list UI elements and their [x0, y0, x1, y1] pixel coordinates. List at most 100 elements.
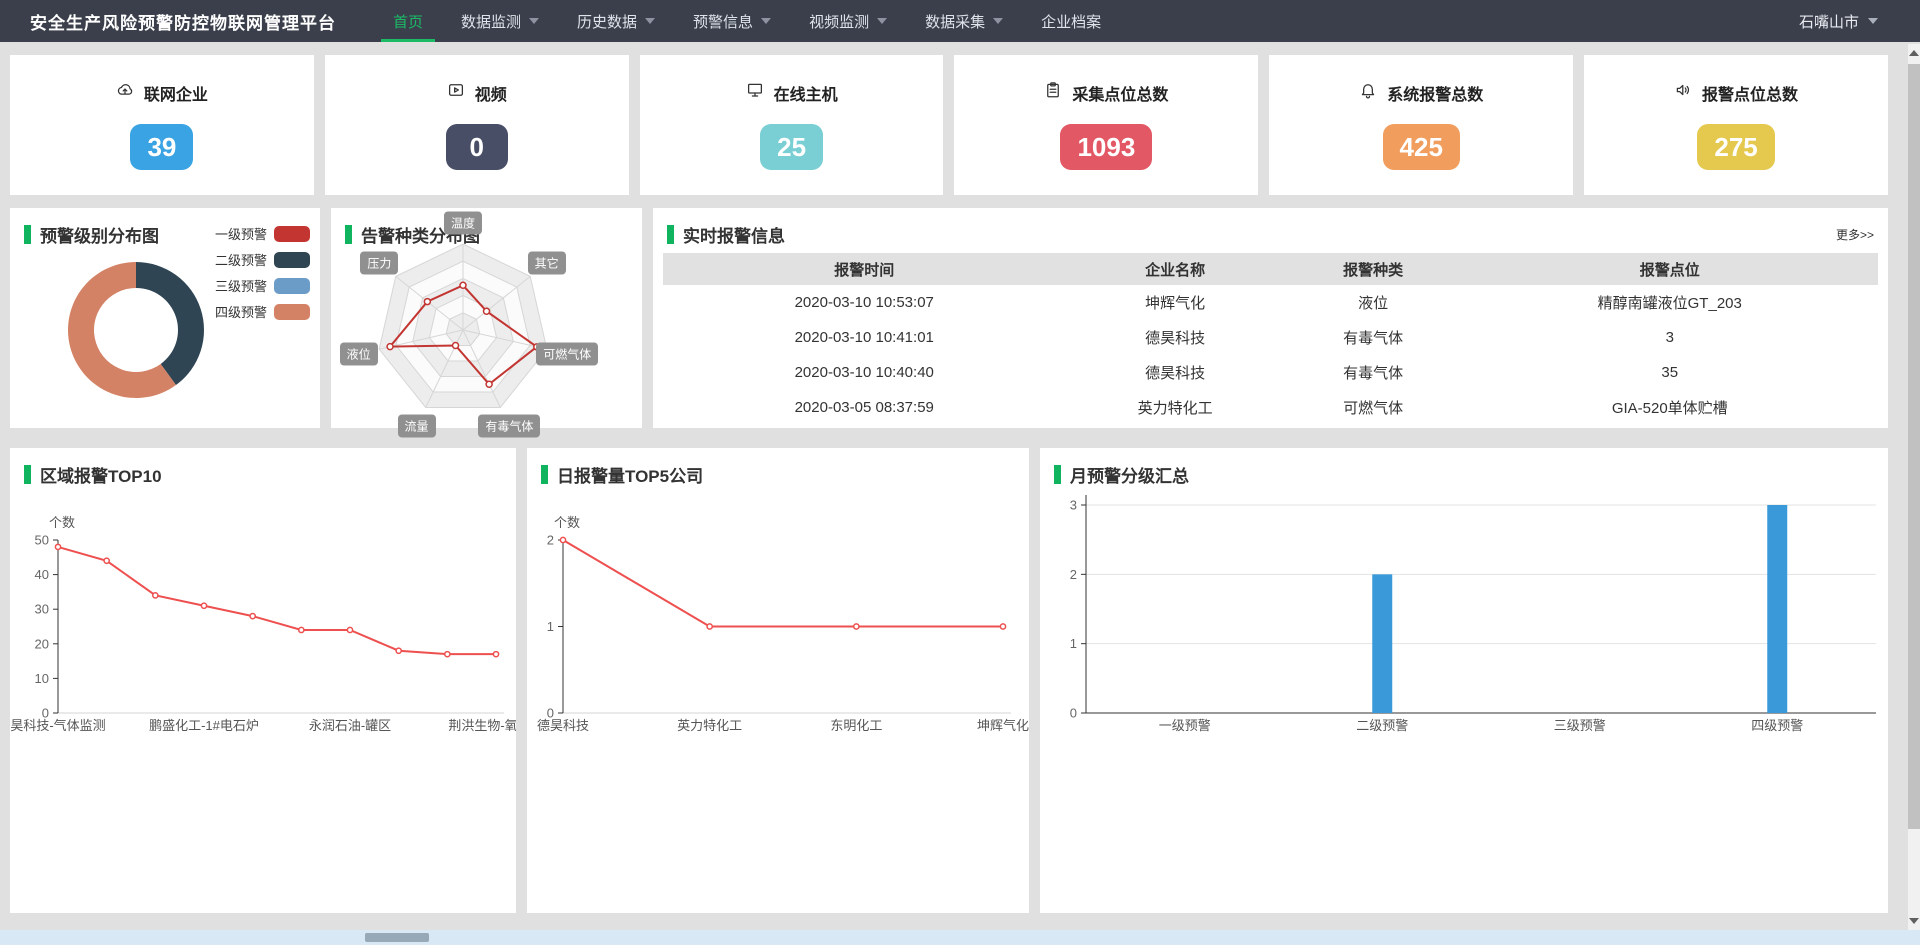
nav-item-label: 企业档案	[1041, 11, 1101, 32]
legend-item[interactable]: 一级预警	[215, 224, 310, 243]
legend-label: 三级预警	[215, 276, 267, 295]
panel-title: 日报警量TOP5公司	[541, 462, 703, 487]
table-cell: 液位	[1285, 285, 1462, 320]
legend-item[interactable]: 三级预警	[215, 276, 310, 295]
chevron-down-icon	[645, 18, 655, 24]
scroll-up-icon[interactable]	[1909, 50, 1919, 56]
region-selector[interactable]: 石嘴山市	[1799, 11, 1878, 32]
stat-card-head: 报警点位总数	[1674, 81, 1798, 105]
chevron-down-icon	[529, 18, 539, 24]
panel-title: 区域报警TOP10	[24, 462, 162, 487]
bottom-row: 区域报警TOP10 01020304050个数昊科技-气体监测鹏盛化工-1#电石…	[10, 448, 1888, 913]
legend-swatch	[274, 226, 310, 242]
table-cell: 2020-03-10 10:40:40	[663, 355, 1065, 390]
column-header: 报警点位	[1462, 253, 1879, 285]
monitor-icon	[746, 81, 764, 104]
column-header: 报警种类	[1285, 253, 1462, 285]
nav-item-6[interactable]: 数据采集	[906, 0, 1022, 42]
panel-title-text: 实时报警信息	[683, 222, 785, 247]
nav-item-4[interactable]: 预警信息	[674, 0, 790, 42]
stat-label: 报警点位总数	[1702, 81, 1798, 105]
legend-swatch	[274, 304, 310, 320]
table-cell: 2020-03-10 10:41:01	[663, 320, 1065, 355]
scroll-down-icon[interactable]	[1909, 918, 1919, 924]
svg-text:个数: 个数	[49, 515, 75, 530]
svg-text:40: 40	[35, 567, 49, 582]
middle-row: 预警级别分布图 一级预警二级预警三级预警四级预警 告警种类分布图 温度其它可燃气…	[10, 208, 1888, 428]
legend-item[interactable]: 二级预警	[215, 250, 310, 269]
svg-text:个数: 个数	[554, 515, 580, 530]
stat-value-badge: 1093	[1060, 124, 1152, 170]
legend-label: 四级预警	[215, 302, 267, 321]
table-cell: 英力特化工	[1065, 390, 1284, 425]
chevron-down-icon	[877, 18, 887, 24]
region-top10-line-chart: 01020304050个数昊科技-气体监测鹏盛化工-1#电石炉永润石油-罐区荆洪…	[10, 448, 516, 913]
svg-text:荆洪生物-氧化反: 荆洪生物-氧化反	[448, 718, 516, 733]
region-label: 石嘴山市	[1799, 11, 1859, 32]
stat-label: 在线主机	[774, 81, 838, 105]
svg-text:三级预警: 三级预警	[1554, 718, 1606, 733]
stat-card-head: 采集点位总数	[1044, 81, 1168, 105]
panel-title-marker	[541, 465, 548, 484]
radar-axis-label: 温度	[444, 212, 482, 235]
table-row: 2020-03-05 08:37:59英力特化工可燃气体GIA-520单体贮槽	[663, 390, 1878, 425]
stat-card-6: 报警点位总数 275	[1584, 55, 1888, 195]
svg-text:1: 1	[1070, 636, 1077, 651]
svg-text:2: 2	[547, 533, 554, 548]
stat-value-badge: 39	[130, 124, 193, 170]
nav-menu: 首页 数据监测 历史数据 预警信息 视频监测数据采集企业档案	[374, 0, 1120, 42]
more-link[interactable]: 更多>>	[1836, 226, 1874, 243]
panel-title-text: 月预警分级汇总	[1070, 462, 1189, 487]
nav-item-label: 首页	[393, 11, 423, 32]
clipboard-icon	[1044, 81, 1062, 104]
stat-card-head: 在线主机	[746, 81, 838, 105]
daily-top5-line-chart: 012个数德昊科技英力特化工东明化工坤辉气化	[527, 448, 1029, 913]
panel-title: 预警级别分布图	[24, 222, 159, 247]
alarm-table: 报警时间企业名称报警种类报警点位 2020-03-10 10:53:07坤辉气化…	[663, 253, 1878, 425]
panel-title-marker	[24, 225, 31, 244]
radar-axis-label: 可燃气体	[536, 342, 598, 365]
monthly-summary-panel: 月预警分级汇总 0123一级预警二级预警三级预警四级预警	[1040, 448, 1888, 913]
svg-text:2: 2	[1070, 567, 1077, 582]
legend-swatch	[274, 252, 310, 268]
stat-label: 联网企业	[144, 81, 208, 105]
nav-item-5[interactable]: 视频监测	[790, 0, 906, 42]
svg-text:1: 1	[547, 619, 554, 634]
svg-text:10: 10	[35, 671, 49, 686]
legend-item[interactable]: 四级预警	[215, 302, 310, 321]
stat-label: 系统报警总数	[1387, 81, 1483, 105]
nav-item-7[interactable]: 企业档案	[1022, 0, 1120, 42]
svg-text:20: 20	[35, 636, 49, 651]
svg-text:坤辉气化: 坤辉气化	[977, 718, 1029, 733]
nav-item-1[interactable]: 首页	[374, 0, 442, 42]
nav-item-label: 预警信息	[693, 11, 753, 32]
svg-text:四级预警: 四级预警	[1751, 718, 1803, 733]
vertical-scrollbar[interactable]	[1908, 44, 1920, 930]
table-cell: 坤辉气化	[1065, 285, 1284, 320]
bell-icon	[1359, 81, 1377, 104]
scrollbar-thumb[interactable]	[1908, 64, 1920, 829]
app-title: 安全生产风险预警防控物联网管理平台	[30, 9, 336, 34]
table-row: 2020-03-10 10:41:01德昊科技有毒气体3	[663, 320, 1878, 355]
monthly-warning-bar-chart: 0123一级预警二级预警三级预警四级预警	[1040, 448, 1886, 913]
region-top10-panel: 区域报警TOP10 01020304050个数昊科技-气体监测鹏盛化工-1#电石…	[10, 448, 516, 913]
legend-swatch	[274, 278, 310, 294]
stat-value-badge: 275	[1697, 124, 1774, 170]
nav-item-label: 历史数据	[577, 11, 637, 32]
nav-item-3[interactable]: 历史数据	[558, 0, 674, 42]
svg-text:3: 3	[1070, 498, 1077, 513]
chevron-down-icon	[1868, 18, 1878, 24]
table-cell: 2020-03-05 08:37:59	[663, 390, 1065, 425]
alarm-type-panel: 告警种类分布图 温度其它可燃气体有毒气体流量液位压力	[331, 208, 642, 428]
warning-level-panel: 预警级别分布图 一级预警二级预警三级预警四级预警	[10, 208, 320, 428]
legend-label: 一级预警	[215, 224, 267, 243]
table-row: 2020-03-10 10:40:40德昊科技有毒气体35	[663, 355, 1878, 390]
stat-value-badge: 425	[1383, 124, 1460, 170]
stat-label: 采集点位总数	[1072, 81, 1168, 105]
nav-item-label: 数据监测	[461, 11, 521, 32]
stat-card-1: 联网企业 39	[10, 55, 314, 195]
table-cell: 3	[1462, 320, 1879, 355]
bottom-window-strip	[0, 930, 1920, 945]
stat-card-row: 联网企业39视频0在线主机25采集点位总数1093系统报警总数425报警点位总数…	[10, 55, 1888, 195]
nav-item-2[interactable]: 数据监测	[442, 0, 558, 42]
